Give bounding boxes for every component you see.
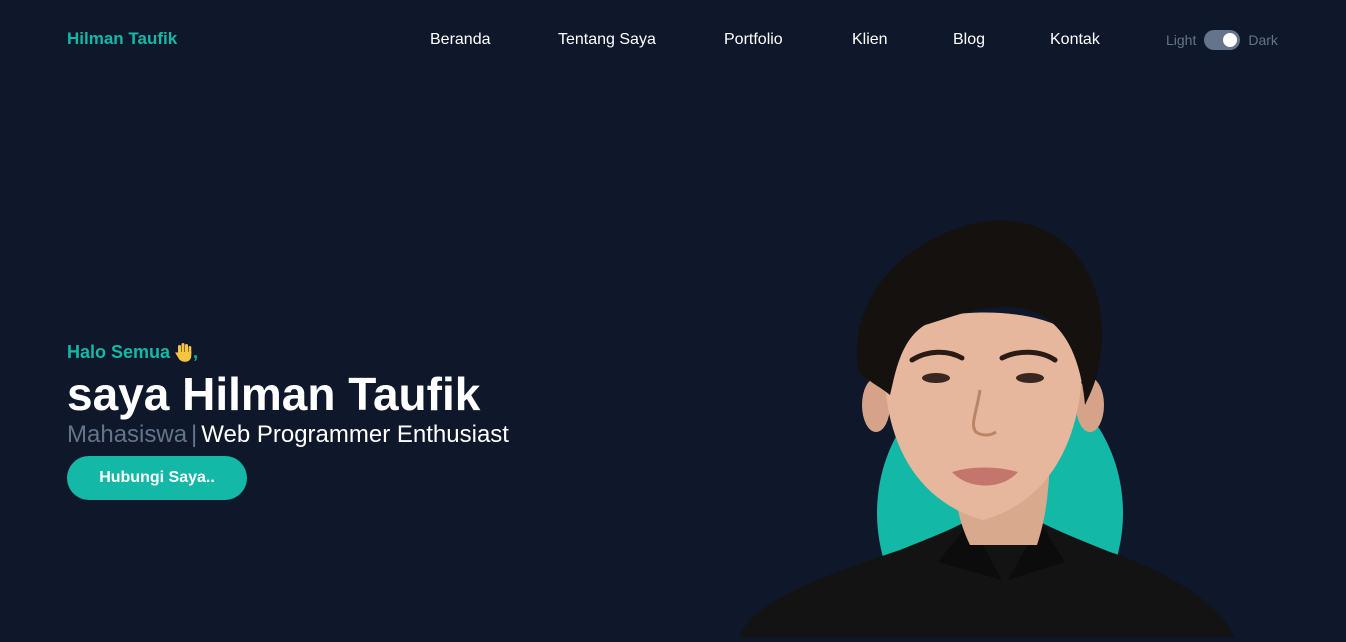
hero-headline: saya Hilman Taufik (67, 368, 481, 420)
nav-link-blog[interactable]: Blog (953, 31, 985, 49)
role-main: Web Programmer Enthusiast (201, 421, 509, 448)
nav-link-klien[interactable]: Klien (852, 31, 888, 49)
theme-switch: Light Dark (1166, 29, 1278, 51)
brand-logo[interactable]: Hilman Taufik (67, 29, 177, 49)
nav-link-kontak[interactable]: Kontak (1050, 31, 1100, 49)
toggle-knob (1223, 33, 1238, 47)
contact-button[interactable]: Hubungi Saya.. (67, 456, 247, 500)
nav-link-portfolio[interactable]: Portfolio (724, 31, 783, 49)
hero-subtitle: Mahasiswa | Web Programmer Enthusiast (67, 420, 509, 450)
nav-link-beranda[interactable]: Beranda (430, 31, 491, 49)
greeting: Halo Semua , (67, 338, 509, 366)
dark-label: Dark (1248, 32, 1278, 48)
hero-text: Halo Semua , saya Hilman Taufik Mahasisw… (67, 338, 509, 450)
nav-link-tentang-saya[interactable]: Tentang Saya (558, 31, 656, 49)
greeting-text: Halo Semua (67, 341, 171, 362)
greeting-suffix: , (193, 341, 199, 362)
role-muted: Mahasiswa (67, 421, 188, 448)
role-divider: | (191, 421, 198, 448)
waving-hand-icon (175, 343, 192, 362)
light-label: Light (1166, 32, 1197, 48)
hero-visual (740, 200, 1240, 642)
dark-mode-toggle[interactable] (1204, 30, 1241, 50)
profile-photo (740, 220, 1235, 642)
navbar: Hilman Taufik Beranda Tentang Saya Portf… (0, 0, 1346, 80)
